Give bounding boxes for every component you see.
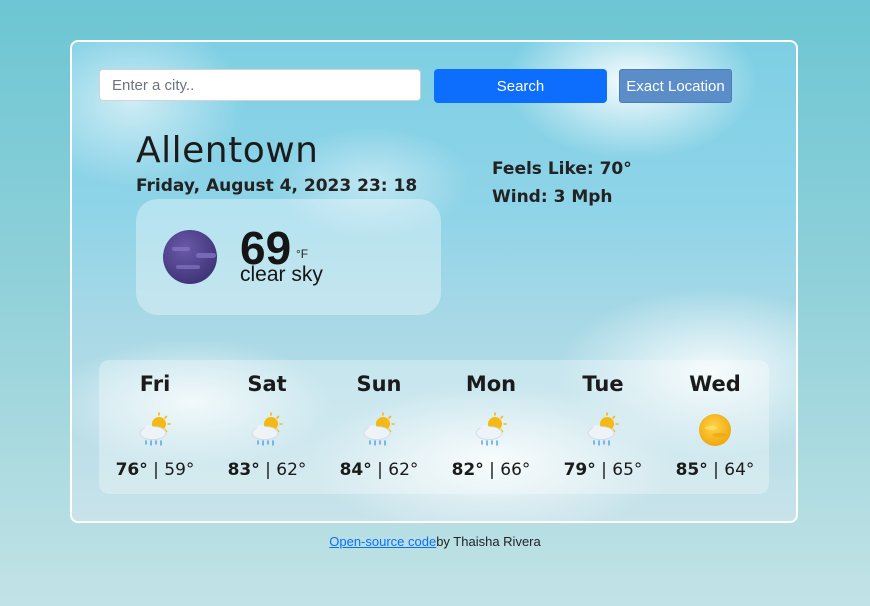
- forecast-low: 66°: [500, 460, 531, 480]
- search-button[interactable]: Search: [434, 69, 607, 103]
- sun-rain-cloud-icon: [363, 412, 395, 446]
- forecast-temps: 83° | 62°: [227, 460, 307, 480]
- forecast-low: 64°: [724, 460, 755, 480]
- sun-rain-cloud-icon: [475, 412, 507, 446]
- footer: Open-source codeby Thaisha Rivera: [0, 534, 870, 549]
- forecast-day-name: Tue: [582, 372, 624, 396]
- moon-night-icon: [163, 230, 217, 284]
- forecast-temps: 85° | 64°: [675, 460, 755, 480]
- current-datetime: Friday, August 4, 2023 23: 18: [136, 176, 418, 196]
- sun-icon: [699, 414, 731, 446]
- forecast-high: 83°: [227, 460, 260, 480]
- city-search-input[interactable]: [99, 69, 421, 101]
- exact-location-button[interactable]: Exact Location: [619, 69, 732, 103]
- temperature-unit: °F: [296, 247, 309, 261]
- forecast-day-name: Wed: [689, 372, 741, 396]
- forecast-panel: Fri 76° | 59° Sat 83° | 62° Sun 84° | 62…: [99, 360, 769, 494]
- city-name: Allentown: [136, 130, 319, 171]
- sun-rain-cloud-icon: [251, 412, 283, 446]
- forecast-day-name: Sun: [356, 372, 402, 396]
- forecast-low: 65°: [612, 460, 643, 480]
- footer-credit: by Thaisha Rivera: [436, 534, 541, 549]
- current-weather-panel: 69 °F clear sky: [136, 199, 441, 315]
- forecast-high: 84°: [339, 460, 372, 480]
- forecast-low: 62°: [388, 460, 419, 480]
- forecast-temps: 84° | 62°: [339, 460, 419, 480]
- forecast-high: 79°: [563, 460, 596, 480]
- forecast-low: 62°: [276, 460, 307, 480]
- forecast-high: 76°: [115, 460, 148, 480]
- feels-like: Feels Like: 70°: [492, 159, 632, 179]
- forecast-temps: 79° | 65°: [563, 460, 643, 480]
- forecast-temps: 76° | 59°: [115, 460, 195, 480]
- forecast-low: 59°: [164, 460, 195, 480]
- forecast-day-name: Mon: [465, 372, 517, 396]
- weather-app-card: Search Exact Location Allentown Friday, …: [70, 40, 798, 523]
- forecast-day-name: Fri: [139, 372, 171, 396]
- sun-rain-cloud-icon: [587, 412, 619, 446]
- forecast-day-name: Sat: [247, 372, 287, 396]
- forecast-high: 82°: [451, 460, 484, 480]
- open-source-code-link[interactable]: Open-source code: [329, 534, 436, 549]
- weather-description: clear sky: [240, 263, 323, 286]
- wind-speed: Wind: 3 Mph: [492, 187, 613, 207]
- sun-rain-cloud-icon: [139, 412, 171, 446]
- forecast-high: 85°: [675, 460, 708, 480]
- forecast-temps: 82° | 66°: [451, 460, 531, 480]
